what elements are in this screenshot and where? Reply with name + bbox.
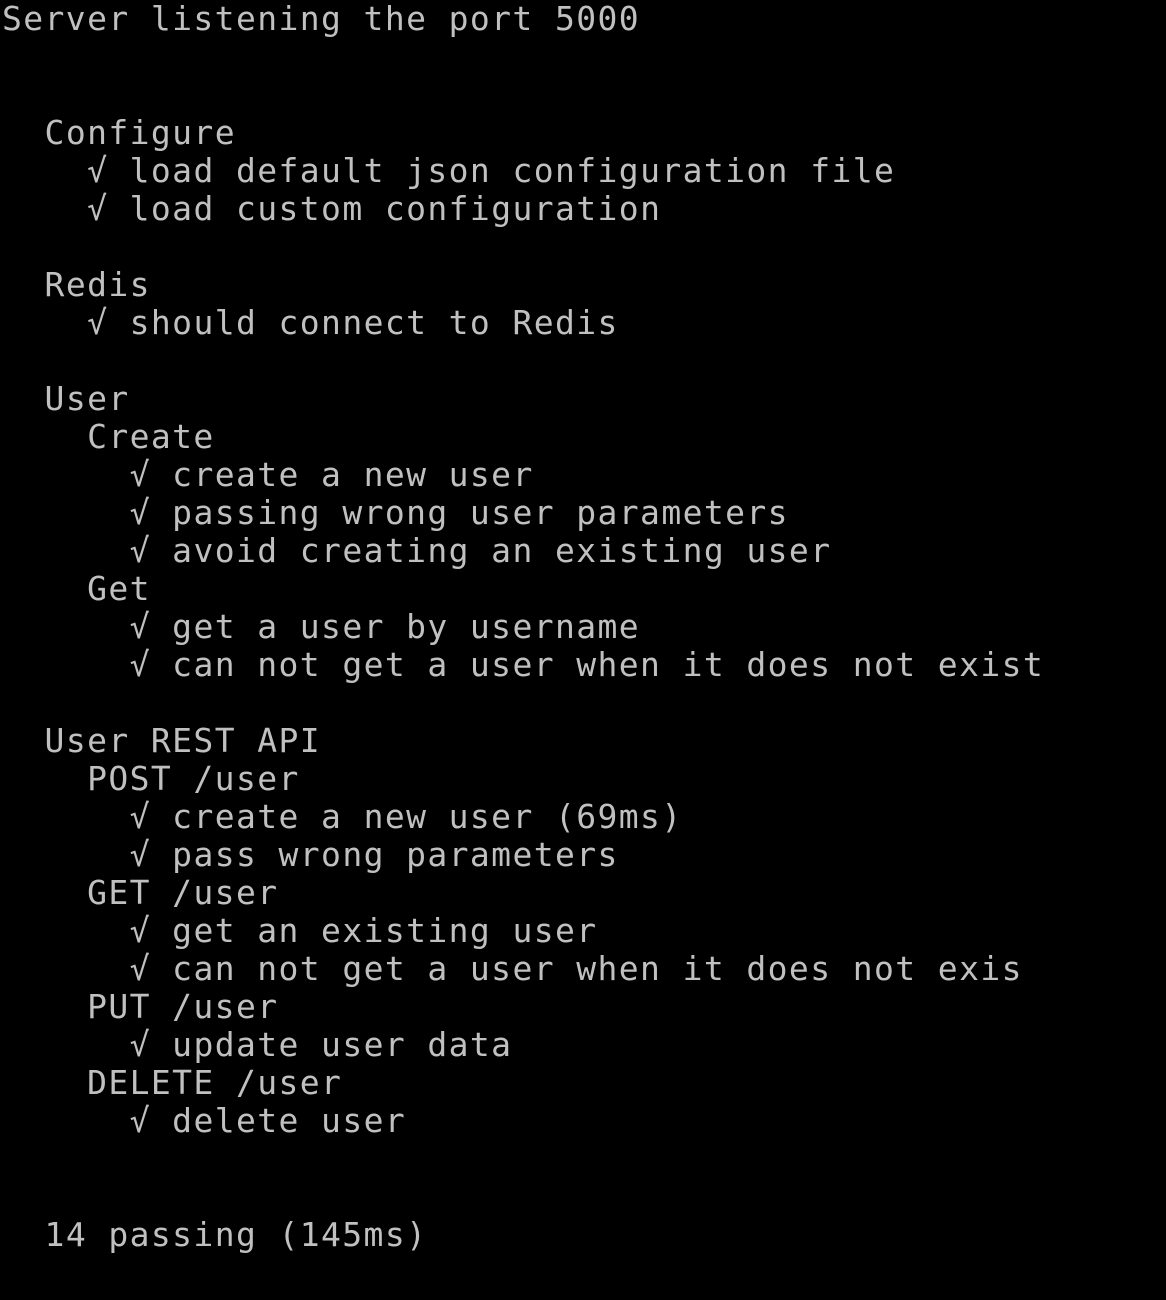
- test-line: √ load default json configuration file: [2, 152, 895, 190]
- test-title: delete user: [172, 1101, 407, 1140]
- group-title-post-user: POST /user: [87, 759, 300, 798]
- check-mark-icon: √: [129, 949, 151, 988]
- test-line: √ pass wrong parameters: [2, 836, 619, 874]
- group-title-create: Create: [87, 417, 215, 456]
- test-line: √ get an existing user: [2, 912, 598, 950]
- check-mark-icon: √: [129, 531, 151, 570]
- check-mark-icon: √: [87, 151, 109, 190]
- test-line: √ can not get a user when it does not ex…: [2, 950, 1023, 988]
- terminal-window[interactable]: Server listening the port 5000 Configure…: [0, 0, 1166, 1300]
- check-mark-icon: √: [129, 835, 151, 874]
- test-line: √ can not get a user when it does not ex…: [2, 646, 1044, 684]
- check-mark-icon: √: [87, 303, 109, 342]
- suite-title-configure: Configure: [44, 113, 236, 152]
- test-title: get an existing user: [172, 911, 598, 950]
- test-title: can not get a user when it does not exis…: [172, 645, 1045, 684]
- check-mark-icon: √: [129, 797, 151, 836]
- test-title: create a new user (69ms): [172, 797, 683, 836]
- test-line: √ get a user by username: [2, 608, 640, 646]
- test-line: √ create a new user: [2, 456, 534, 494]
- test-title: should connect to Redis: [129, 303, 619, 342]
- test-line: √ update user data: [2, 1026, 512, 1064]
- suite-title-user: User: [44, 379, 130, 418]
- group-title-get: Get: [87, 569, 151, 608]
- test-title: pass wrong parameters: [172, 835, 619, 874]
- test-title: avoid creating an existing user: [172, 531, 832, 570]
- check-mark-icon: √: [129, 1025, 151, 1064]
- suite-title-redis: Redis: [44, 265, 151, 304]
- test-title: create a new user: [172, 455, 534, 494]
- group-title-put-user: PUT /user: [87, 987, 279, 1026]
- test-line: √ avoid creating an existing user: [2, 532, 831, 570]
- test-title: load default json configuration file: [129, 151, 896, 190]
- group-title-get-user: GET /user: [87, 873, 279, 912]
- check-mark-icon: √: [129, 911, 151, 950]
- test-title: update user data: [172, 1025, 513, 1064]
- check-mark-icon: √: [129, 645, 151, 684]
- check-mark-icon: √: [129, 493, 151, 532]
- test-line: √ should connect to Redis: [2, 304, 619, 342]
- check-mark-icon: √: [87, 189, 109, 228]
- suite-title-user-rest-api: User REST API: [44, 721, 322, 760]
- test-title: get a user by username: [172, 607, 641, 646]
- test-summary: 14 passing (145ms): [44, 1215, 428, 1254]
- check-mark-icon: √: [129, 1101, 151, 1140]
- test-line: √ load custom configuration: [2, 190, 661, 228]
- server-message: Server listening the port 5000: [2, 0, 641, 38]
- test-title: passing wrong user parameters: [172, 493, 789, 532]
- check-mark-icon: √: [129, 607, 151, 646]
- group-title-delete-user: DELETE /user: [87, 1063, 343, 1102]
- test-title: can not get a user when it does not exis: [172, 949, 1023, 988]
- test-line: √ passing wrong user parameters: [2, 494, 789, 532]
- check-mark-icon: √: [129, 455, 151, 494]
- test-title: load custom configuration: [129, 189, 662, 228]
- test-line: √ create a new user (69ms): [2, 798, 683, 836]
- test-line: √ delete user: [2, 1102, 406, 1140]
